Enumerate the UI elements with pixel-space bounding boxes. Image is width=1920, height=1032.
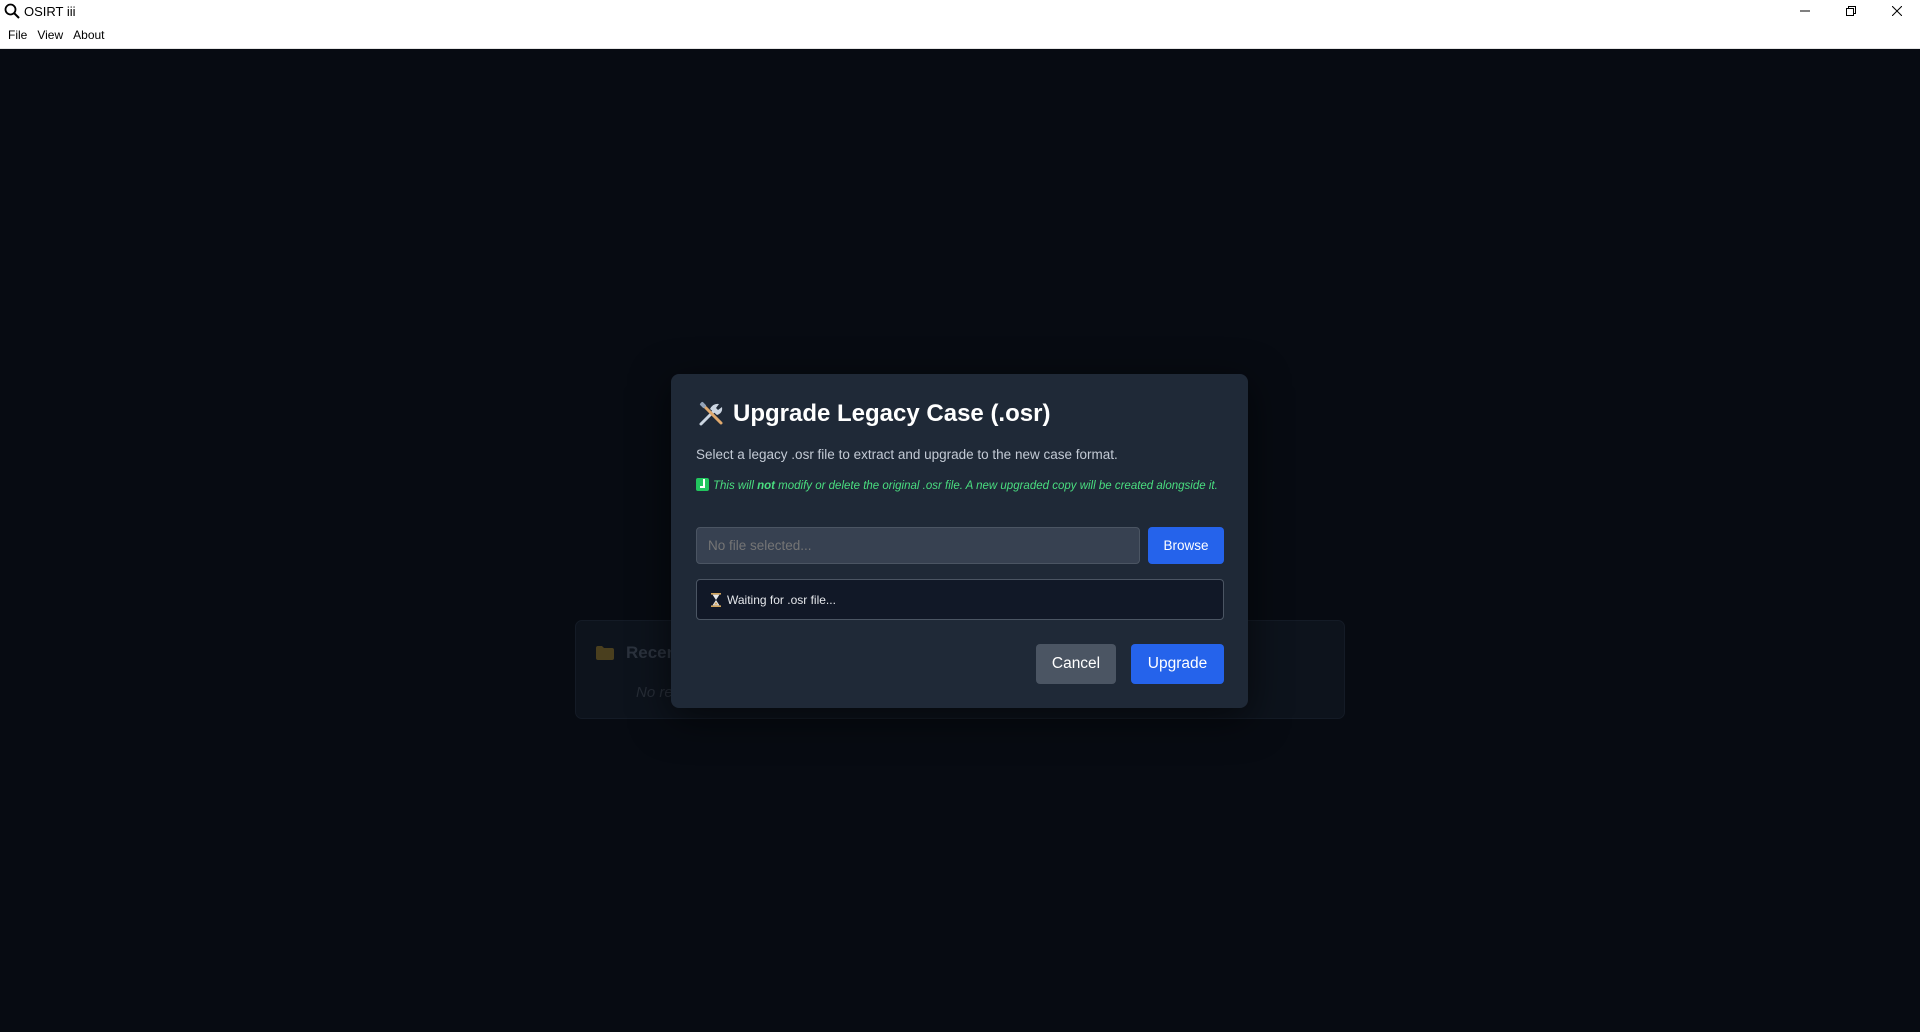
search-icon [2,1,22,21]
safety-note: This will not modify or delete the origi… [696,478,1226,494]
menu-about[interactable]: About [68,22,109,49]
window-controls [1782,0,1920,22]
title-bar: OSIRT iii [0,0,1920,22]
checkmark-icon [696,478,709,491]
tools-icon [699,401,723,426]
recent-cases-empty: No re [636,684,673,701]
menu-file[interactable]: File [3,22,32,49]
status-text: Waiting for .osr file... [727,592,836,607]
note-text-post: modify or delete the original .osr file.… [774,480,1218,492]
restore-button[interactable] [1828,0,1874,22]
upgrade-button[interactable]: Upgrade [1131,644,1224,684]
status-box: Waiting for .osr file... [696,579,1224,620]
dialog-header: Upgrade Legacy Case (.osr) [697,400,1050,428]
close-icon [1892,6,1902,16]
recent-cases-title: Recen [626,643,678,662]
menu-view[interactable]: View [32,22,68,49]
hourglass-icon [711,592,721,607]
minimize-icon [1800,10,1810,12]
file-path-input[interactable] [696,527,1140,564]
window-title: OSIRT iii [24,3,76,19]
note-text-pre: This will [713,480,758,492]
close-button[interactable] [1874,0,1920,22]
menu-bar: File View About [0,22,1920,49]
cancel-button[interactable]: Cancel [1036,644,1116,684]
restore-icon [1846,6,1856,16]
dialog-title: Upgrade Legacy Case (.osr) [733,400,1051,427]
note-text-emphasis: not [757,480,775,492]
dialog-description: Select a legacy .osr file to extract and… [696,447,1118,462]
minimize-button[interactable] [1782,0,1828,22]
upgrade-legacy-dialog: Upgrade Legacy Case (.osr) Select a lega… [671,374,1248,708]
browse-button[interactable]: Browse [1148,527,1224,564]
folder-icon [596,646,614,660]
